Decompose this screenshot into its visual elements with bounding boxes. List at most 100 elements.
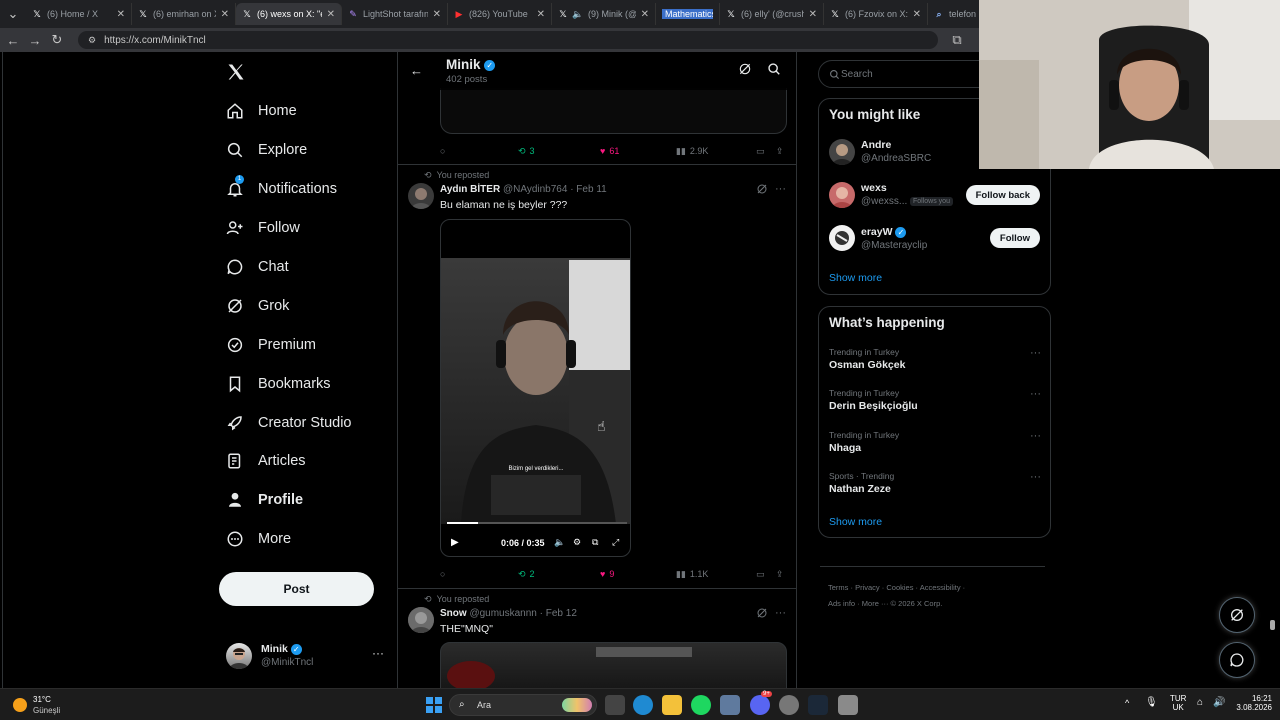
more-dots-icon[interactable]: ··· (1030, 430, 1041, 442)
avatar[interactable] (829, 182, 855, 208)
trend-item[interactable]: Sports · Trending Nathan Zeze ··· (829, 471, 1041, 495)
browser-tab[interactable]: 𝕏 (6) Home / X ✕ (26, 3, 132, 25)
repost-button[interactable]: ⟲ 3 (518, 146, 600, 157)
calculator-icon[interactable] (838, 695, 858, 715)
install-app-icon[interactable]: ⧉ (946, 32, 968, 48)
trend-item[interactable]: Trending in Turkey Nhaga ··· (829, 430, 1041, 454)
video-player[interactable]: Bizim gel verdikleri... ▶ 0:06 / 0:35 🔈 … (440, 219, 631, 557)
grok-icon[interactable] (756, 607, 768, 622)
post-author[interactable]: Aydın BİTER (440, 184, 500, 195)
steam-icon[interactable] (808, 695, 828, 715)
grok-icon[interactable] (756, 183, 768, 198)
share-button[interactable]: ⇪ (776, 146, 784, 157)
more-dots-icon[interactable]: ··· (1030, 388, 1041, 400)
post-media[interactable] (440, 642, 787, 688)
avatar[interactable] (829, 139, 855, 165)
avatar[interactable] (408, 607, 434, 633)
speaker-icon[interactable]: 🔈 (572, 9, 583, 19)
play-icon[interactable]: ▶ (451, 537, 459, 548)
spotify-icon[interactable] (691, 695, 711, 715)
account-switcher[interactable]: Minik ✓ @MinikTncl ··· (226, 642, 386, 672)
volume-icon[interactable]: 🔊 (1213, 697, 1225, 708)
tab-close-icon[interactable]: ✕ (221, 9, 229, 20)
microphone-icon[interactable]: 🎙 (1145, 697, 1158, 708)
search-icon[interactable] (767, 62, 781, 79)
footer-link-cookies[interactable]: Cookies (886, 583, 913, 592)
volume-icon[interactable]: 🔈 (554, 537, 565, 548)
suggested-user-name[interactable]: Andre (861, 139, 891, 151)
browser-tab[interactable]: ▶ (826) YouTube ✕ (448, 3, 552, 25)
tab-close-icon[interactable]: ✕ (537, 9, 545, 20)
browser-tab[interactable]: 𝕏(6) Fzovix on X: "E✕ (824, 3, 928, 25)
browser-tab[interactable]: 𝕏🔈(9) Minik (@M✕ (552, 3, 656, 25)
suggested-user-name[interactable]: wexs (861, 182, 887, 194)
reload-icon[interactable]: ↻ (46, 32, 68, 48)
nav-premium[interactable]: Premium (226, 332, 316, 358)
avatar[interactable] (408, 183, 434, 209)
footer-link-ads-info[interactable]: Ads info (828, 599, 855, 608)
like-button[interactable]: ♥ 9 (600, 569, 676, 579)
video-progress-bar[interactable] (447, 522, 627, 524)
windows-start-icon[interactable] (426, 697, 442, 713)
trend-item[interactable]: Trending in Turkey Derin Beşikçioğlu ··· (829, 388, 1041, 412)
back-arrow-icon[interactable]: ← (2, 33, 24, 48)
repost-button[interactable]: ⟲ 2 (518, 569, 600, 580)
views-button[interactable]: ▮▮ 2.9K (676, 146, 756, 157)
nav-home[interactable]: Home (226, 98, 297, 124)
url-field[interactable]: ⚙ https://x.com/MinikTncl (78, 31, 938, 49)
app-icon[interactable] (779, 695, 799, 715)
show-more-link[interactable]: Show more (829, 272, 882, 284)
app-icon[interactable] (720, 695, 740, 715)
show-more-link[interactable]: Show more (829, 516, 882, 528)
views-button[interactable]: ▮▮ 1.1K (676, 569, 756, 580)
footer-link-privacy[interactable]: Privacy (855, 583, 880, 592)
reply-button[interactable]: ○ (440, 146, 518, 156)
more-dots-icon[interactable]: ··· (775, 607, 786, 619)
grok-icon[interactable] (738, 62, 752, 79)
scrollbar-thumb[interactable] (1270, 620, 1275, 630)
nav-bookmarks[interactable]: Bookmarks (226, 371, 331, 397)
follow-back-button[interactable]: Follow back (965, 185, 1040, 205)
edge-browser-icon[interactable] (633, 695, 653, 715)
trend-item[interactable]: Trending in Turkey Osman Gökçek ··· (829, 347, 1041, 371)
grok-floating-button[interactable] (1219, 597, 1255, 633)
tab-close-icon[interactable]: ✕ (117, 9, 125, 20)
taskbar-search[interactable]: ⌕ Ara (449, 694, 597, 716)
x-logo-icon[interactable] (226, 62, 248, 84)
back-arrow-icon[interactable]: ← (410, 63, 423, 78)
post-handle[interactable]: @gumuskannn (469, 608, 536, 619)
weather-temp[interactable]: 31°C (33, 695, 51, 704)
bookmark-button[interactable]: ▭ (756, 569, 776, 580)
more-dots-icon[interactable]: ··· (372, 646, 384, 660)
network-icon[interactable]: ⌂ (1197, 697, 1203, 708)
post-author[interactable]: Snow (440, 608, 467, 619)
settings-gear-icon[interactable]: ⚙ (573, 537, 581, 548)
nav-notifications[interactable]: 1 Notifications (226, 175, 337, 202)
nav-chat[interactable]: Chat (226, 254, 289, 280)
system-clock[interactable]: 16:21 3.08.2026 (1234, 694, 1272, 712)
site-info-icon[interactable]: ⚙ (88, 35, 96, 46)
share-button[interactable]: ⇪ (776, 569, 784, 580)
tab-group-mathematics[interactable]: Mathematics (656, 3, 720, 25)
tab-close-icon[interactable]: ✕ (641, 9, 649, 20)
post-date[interactable]: · Feb 12 (540, 608, 577, 619)
suggested-user-name[interactable]: erayW (861, 226, 893, 238)
nav-profile[interactable]: Profile (226, 487, 303, 513)
follow-button[interactable]: Follow (989, 228, 1040, 248)
avatar[interactable] (829, 225, 855, 251)
browser-tab-active[interactable]: 𝕏(6) wexs on X: "esk✕ (236, 3, 342, 25)
bookmark-button[interactable]: ▭ (756, 146, 776, 157)
tab-close-icon[interactable]: ✕ (433, 9, 441, 20)
file-explorer-icon[interactable] (662, 695, 682, 715)
nav-more[interactable]: More (226, 526, 291, 552)
nav-grok[interactable]: Grok (226, 293, 289, 319)
chat-floating-button[interactable] (1219, 642, 1255, 678)
nav-explore[interactable]: Explore (226, 137, 307, 163)
footer-link-terms[interactable]: Terms (828, 583, 848, 592)
post-handle[interactable]: @NAydinb764 (503, 184, 567, 195)
tab-close-icon[interactable]: ✕ (809, 9, 817, 20)
more-dots-icon[interactable]: ··· (775, 183, 786, 195)
fullscreen-icon[interactable]: ⤢ (612, 537, 619, 548)
language-indicator[interactable]: TUR UK (1170, 694, 1186, 712)
more-dots-icon[interactable]: ··· (1030, 347, 1041, 359)
